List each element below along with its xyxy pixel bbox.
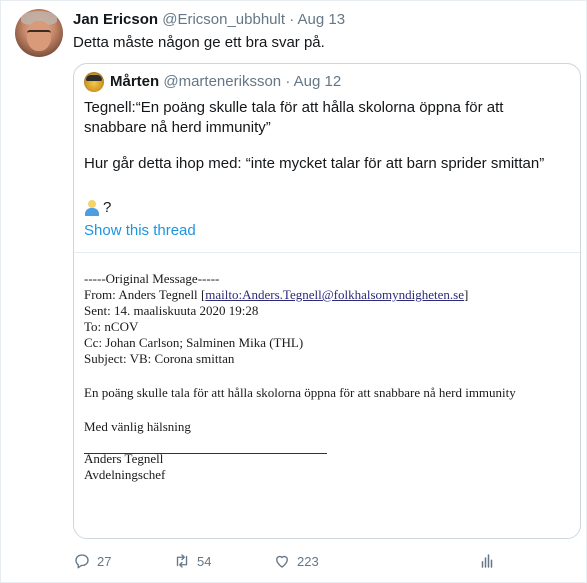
tweet-card[interactable]: Jan Ericson @Ericson_ubbhult · Aug 13 De… bbox=[0, 0, 587, 583]
quoted-tweet[interactable]: Mårten @marteneriksson · Aug 12 Tegnell:… bbox=[73, 63, 581, 539]
retweet-button[interactable]: 54 bbox=[173, 549, 211, 573]
quoted-date[interactable]: Aug 12 bbox=[294, 73, 342, 90]
tweet-actions: 27 54 223 bbox=[73, 549, 513, 573]
show-thread-link[interactable]: Show this thread bbox=[84, 222, 196, 239]
quoted-display-name[interactable]: Mårten bbox=[110, 73, 159, 90]
email-subject-line: Subject: VB: Corona smittan bbox=[84, 351, 235, 366]
email-from-line: From: Anders Tegnell [mailto:Anders.Tegn… bbox=[84, 287, 468, 303]
like-count: 223 bbox=[297, 553, 319, 569]
share-icon bbox=[481, 554, 493, 568]
reply-icon bbox=[75, 554, 89, 569]
email-sent-line: Sent: 14. maaliskuuta 2020 19:28 bbox=[84, 303, 259, 318]
email-cc-line: Cc: Johan Carlson; Salminen Mika (THL) bbox=[84, 335, 304, 350]
retweet-icon bbox=[176, 554, 188, 568]
like-button[interactable]: 223 bbox=[273, 549, 319, 573]
quoted-text-line2: Hur går detta ihop med: “inte mycket tal… bbox=[84, 155, 545, 172]
emoji-torso bbox=[85, 208, 99, 216]
reply-count: 27 bbox=[97, 553, 112, 569]
email-from-link: mailto:Anders.Tegnell@folkhalsomyndighet… bbox=[205, 287, 465, 302]
email-bracket-close: ] bbox=[464, 287, 469, 302]
tweet-date[interactable]: Aug 13 bbox=[298, 11, 346, 28]
retweet-count: 54 bbox=[197, 553, 212, 569]
emoji-head bbox=[88, 200, 96, 208]
email-original-header: -----Original Message----- bbox=[84, 271, 220, 286]
display-name[interactable]: Jan Ericson bbox=[73, 11, 158, 28]
quoted-line3-suffix: ? bbox=[103, 199, 112, 216]
email-screenshot-image[interactable]: -----Original Message----- From: Anders … bbox=[74, 252, 580, 538]
quoted-avatar[interactable] bbox=[84, 72, 104, 92]
email-sig-name: Anders Tegnell bbox=[84, 451, 164, 466]
quoted-text-line3: ? bbox=[84, 198, 111, 218]
like-icon bbox=[276, 555, 288, 568]
email-to-line: To: nCOV bbox=[84, 319, 139, 334]
quoted-handle[interactable]: @marteneriksson bbox=[163, 73, 281, 90]
quoted-avatar-hat bbox=[86, 75, 102, 81]
quoted-separator-dot: · bbox=[285, 73, 291, 90]
quoted-text-line1: Tegnell:“En poäng skulle tala för att hå… bbox=[84, 99, 504, 136]
tweet-header: Jan Ericson @Ericson_ubbhult · Aug 13 bbox=[73, 11, 345, 28]
email-from-label: From: Anders Tegnell bbox=[84, 287, 201, 302]
reply-button[interactable]: 27 bbox=[73, 549, 111, 573]
person-shrugging-icon bbox=[84, 200, 100, 216]
handle[interactable]: @Ericson_ubbhult bbox=[162, 11, 285, 28]
avatar[interactable] bbox=[15, 9, 63, 57]
email-body-line: En poäng skulle tala för att hålla skolo… bbox=[84, 385, 516, 400]
share-button[interactable] bbox=[478, 549, 496, 573]
tweet-text: Detta måste någon ge ett bra svar på. bbox=[73, 34, 325, 51]
separator-dot: · bbox=[289, 11, 295, 28]
avatar-glasses bbox=[27, 30, 51, 38]
email-greeting: Med vänlig hälsning bbox=[84, 419, 191, 434]
quoted-header: Mårten @marteneriksson · Aug 12 bbox=[110, 73, 341, 90]
email-sig-title: Avdelningschef bbox=[84, 467, 166, 482]
